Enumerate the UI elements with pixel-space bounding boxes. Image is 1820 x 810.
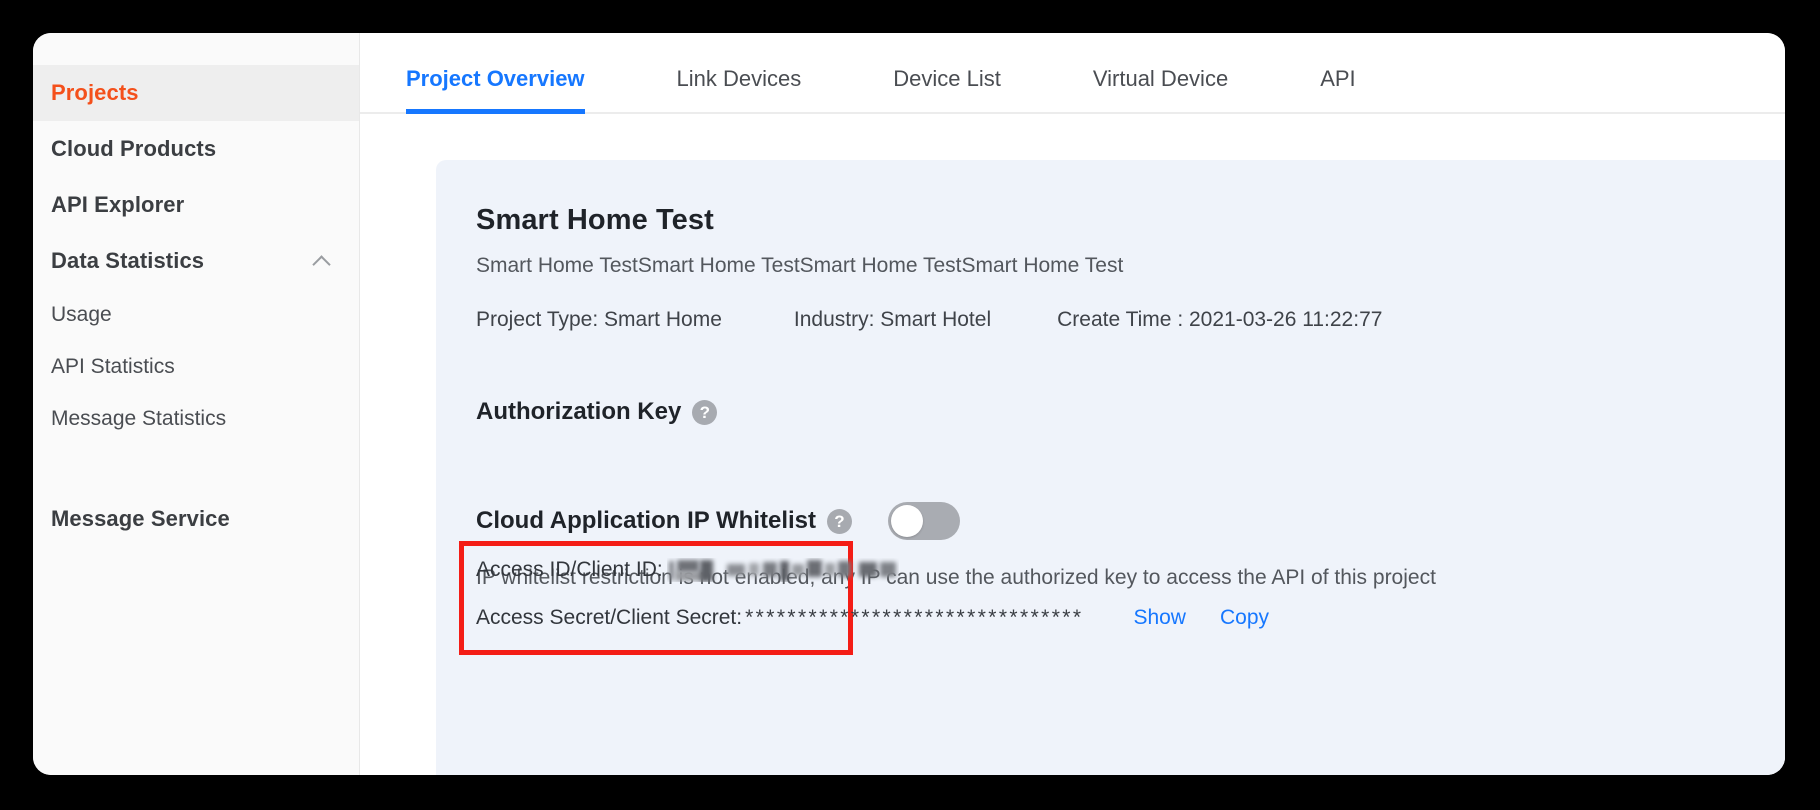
authorization-key-title: Authorization Key	[476, 398, 682, 425]
sidebar-item-message-statistics[interactable]: Message Statistics	[33, 393, 359, 445]
sidebar-item-label: Message Statistics	[51, 407, 227, 430]
tab-project-overview[interactable]: Project Overview	[406, 66, 585, 114]
access-id-label: Access ID/Client ID:	[476, 558, 663, 581]
sidebar-item-label: API Explorer	[51, 192, 185, 217]
tab-api[interactable]: API	[1320, 66, 1355, 112]
project-type-value: Project Type: Smart Home	[476, 308, 722, 331]
tab-label: API	[1320, 66, 1356, 91]
tab-device-list[interactable]: Device List	[893, 66, 1001, 112]
ip-whitelist-heading: Cloud Application IP Whitelist ?	[476, 502, 1785, 540]
sidebar-group-data-statistics[interactable]: Data Statistics	[33, 233, 359, 289]
copy-secret-link[interactable]: Copy	[1220, 606, 1269, 630]
chevron-up-icon	[313, 252, 331, 270]
tab-virtual-device[interactable]: Virtual Device	[1093, 66, 1228, 112]
authorization-key-heading: Authorization Key ?	[476, 398, 1785, 426]
tab-label: Link Devices	[676, 66, 802, 91]
sidebar-item-message-service[interactable]: Message Service	[33, 491, 359, 547]
access-secret-masked-value: ********************************	[745, 606, 1084, 629]
tab-label: Virtual Device	[1092, 66, 1229, 91]
sidebar-item-projects[interactable]: Projects	[33, 65, 359, 121]
project-meta-row: Project Type: Smart Home Industry: Smart…	[476, 308, 1785, 332]
help-icon[interactable]: ?	[692, 399, 718, 425]
meta-gap	[722, 308, 794, 332]
show-secret-link[interactable]: Show	[1133, 606, 1186, 630]
page-title: Smart Home Test	[476, 204, 714, 236]
toggle-knob	[891, 505, 923, 537]
application-window: Projects Cloud Products API Explorer Dat…	[33, 33, 1785, 775]
tab-bar: Project Overview Link Devices Device Lis…	[360, 33, 1785, 114]
sidebar-item-label: Cloud Products	[51, 136, 217, 161]
access-id-row: Access ID/Client ID:	[476, 558, 899, 582]
ip-whitelist-title: Cloud Application IP Whitelist	[476, 507, 816, 534]
main-content: Project Overview Link Devices Device Lis…	[360, 33, 1785, 775]
access-secret-label: Access Secret/Client Secret:	[476, 606, 743, 629]
sidebar-navigation: Projects Cloud Products API Explorer Dat…	[33, 33, 360, 775]
sidebar-item-label: Data Statistics	[51, 248, 205, 273]
access-id-redacted-value	[667, 558, 899, 582]
meta-gap	[991, 308, 1057, 332]
help-icon[interactable]: ?	[827, 508, 852, 534]
sidebar-item-api-explorer[interactable]: API Explorer	[33, 177, 359, 233]
sidebar-item-label: Usage	[51, 303, 112, 326]
project-overview-card: Smart Home Test Smart Home TestSmart Hom…	[436, 160, 1785, 775]
sidebar-item-label: API Statistics	[51, 355, 175, 378]
tab-label: Project Overview	[406, 66, 585, 91]
tab-label: Device List	[893, 66, 1001, 91]
project-industry-value: Industry: Smart Hotel	[793, 308, 992, 331]
sidebar-item-label: Projects	[51, 80, 139, 105]
project-description: Smart Home TestSmart Home TestSmart Home…	[476, 254, 1124, 277]
sidebar-item-cloud-products[interactable]: Cloud Products	[33, 121, 359, 177]
project-create-time-value: Create Time : 2021-03-26 11:22:77	[1057, 308, 1383, 331]
access-secret-row: Access Secret/Client Secret: ***********…	[476, 606, 1269, 630]
sidebar-item-label: Message Service	[51, 506, 230, 531]
sidebar-item-usage[interactable]: Usage	[33, 289, 359, 341]
sidebar-item-api-statistics[interactable]: API Statistics	[33, 341, 359, 393]
ip-whitelist-toggle[interactable]	[888, 502, 960, 540]
tab-link-devices[interactable]: Link Devices	[677, 66, 802, 112]
